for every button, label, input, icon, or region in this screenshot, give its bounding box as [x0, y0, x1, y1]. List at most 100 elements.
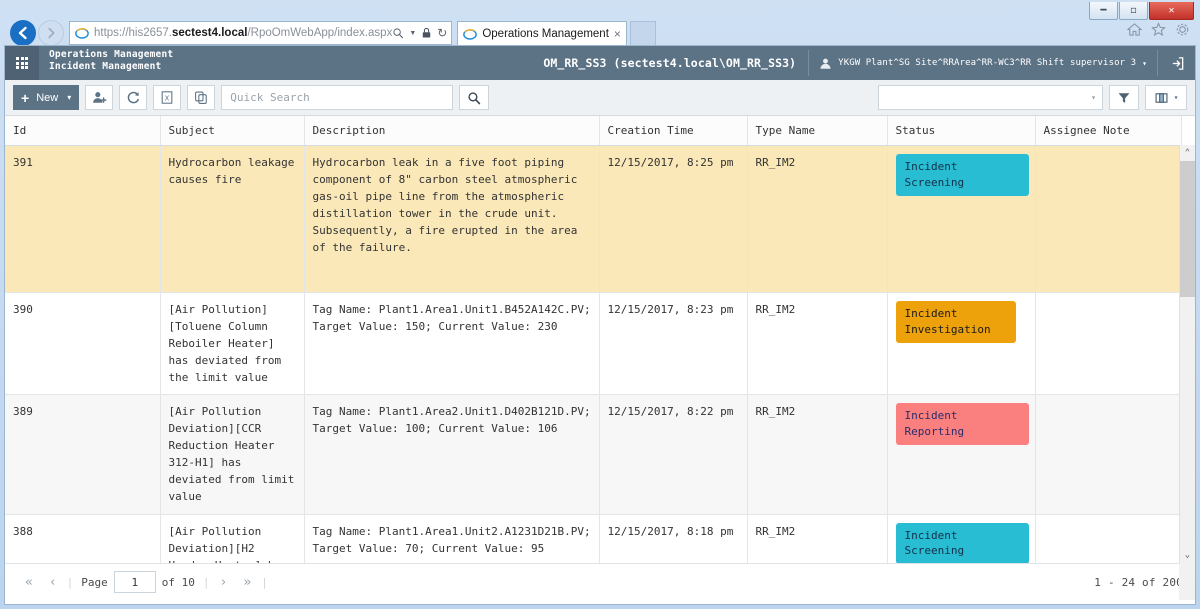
refresh-icon[interactable]: ↻ [437, 26, 447, 40]
table-row[interactable]: 389 [Air Pollution Deviation][CCR Reduct… [5, 394, 1182, 515]
next-page-button[interactable]: › [212, 571, 236, 593]
chevron-down-icon: ▾ [67, 93, 72, 102]
search-button[interactable] [459, 85, 490, 110]
cell-assignee-note [1035, 394, 1182, 515]
last-page-button[interactable]: » [235, 571, 259, 593]
excel-export-button[interactable]: X [153, 85, 182, 110]
scroll-down-icon[interactable]: ⌄ [1180, 547, 1195, 563]
status-badge: Incident Reporting [895, 403, 1029, 446]
search-input[interactable] [221, 85, 454, 110]
cell-description: Tag Name: Plant1.Area1.Unit2.A1231D21B.P… [304, 514, 600, 563]
tab-close-icon[interactable]: × [614, 27, 621, 41]
chevron-down-icon[interactable]: ▼ [409, 30, 416, 37]
logout-icon [1172, 56, 1184, 70]
pager-divider: | [66, 575, 74, 589]
column-header-description[interactable]: Description [304, 116, 600, 146]
refresh-icon [127, 91, 139, 104]
back-button[interactable] [10, 20, 36, 46]
tab-favicon-icon [463, 28, 478, 40]
column-header-type-name[interactable]: Type Name [747, 116, 888, 146]
app-menu-button[interactable] [5, 46, 39, 80]
toolbar-right-group: ▾ ▾ [878, 85, 1187, 110]
new-button-label: New [36, 91, 59, 104]
plus-icon: + [21, 89, 30, 106]
lock-icon [423, 27, 431, 38]
cell-status: Incident Investigation [887, 292, 1036, 396]
arrow-right-icon [48, 27, 55, 39]
cell-id: 389 [5, 394, 161, 515]
cell-creation-time: 12/15/2017, 8:25 pm [599, 145, 748, 293]
scroll-up-icon[interactable]: ⌃ [1180, 145, 1195, 161]
filter-icon [1118, 92, 1130, 103]
minimize-button[interactable]: ━ [1089, 2, 1118, 20]
close-button[interactable]: ✕ [1149, 2, 1194, 20]
app-subtitle: Incident Management [49, 61, 162, 73]
new-button[interactable]: + New ▾ [13, 85, 80, 110]
copy-icon [195, 91, 207, 104]
cell-description: Hydrocarbon leak in a five foot piping c… [304, 145, 600, 293]
logout-button[interactable] [1158, 56, 1195, 71]
user-icon [820, 58, 831, 69]
app-header-right: OM_RR_SS3 (sectest4.local\OM_RR_SS3) YKG… [543, 46, 1195, 80]
user-menu[interactable]: YKGW Plant^SG Site^RRArea^RR-WC3^RR Shif… [808, 50, 1158, 76]
chevron-down-icon: ▾ [1142, 58, 1147, 68]
cell-type-name: RR_IM2 [747, 514, 888, 563]
address-bar-icons: ▼ ↻ [392, 26, 447, 40]
columns-button[interactable]: ▾ [1145, 85, 1187, 110]
server-name: OM_RR_SS3 (sectest4.local\OM_RR_SS3) [543, 56, 797, 70]
cell-subject: [Air Pollution][Toluene Column Reboiler … [160, 292, 305, 396]
grid-container: Id Subject Description Creation Time Typ… [5, 116, 1195, 600]
cell-assignee-note [1035, 514, 1182, 563]
toolbar: + New ▾ X Quick Search ▾ ▾ [5, 80, 1195, 116]
incident-table: Id Subject Description Creation Time Typ… [5, 116, 1182, 563]
address-bar-text: https://his2657.sectest4.local/RpoOmWebA… [94, 27, 393, 39]
refresh-button[interactable] [119, 85, 148, 110]
grid-scroll-area[interactable]: Id Subject Description Creation Time Typ… [5, 116, 1195, 563]
vertical-scrollbar[interactable]: ⌃ ⌄ [1179, 145, 1195, 563]
table-row[interactable]: 390 [Air Pollution][Toluene Column Reboi… [5, 292, 1182, 396]
column-header-status[interactable]: Status [887, 116, 1036, 146]
browser-tab[interactable]: Operations Management × [457, 21, 627, 45]
table-header-row: Id Subject Description Creation Time Typ… [5, 116, 1182, 146]
ie-favicon-icon [75, 28, 89, 39]
scrollbar-thumb[interactable] [1180, 161, 1195, 297]
cell-subject: [Air Pollution Deviation][CCR Reduction … [160, 394, 305, 515]
column-header-id[interactable]: Id [5, 116, 161, 146]
cell-id: 390 [5, 292, 161, 396]
cell-status: Incident Screening [887, 514, 1036, 563]
cell-subject: Hydrocarbon leakage causes fire [160, 145, 305, 293]
prev-page-button[interactable]: ‹ [41, 571, 65, 593]
cell-creation-time: 12/15/2017, 8:22 pm [599, 394, 748, 515]
column-header-assignee-note[interactable]: Assignee Note [1035, 116, 1182, 146]
new-tab-button[interactable] [629, 21, 656, 45]
user-name: YKGW Plant^SG Site^RRArea^RR-WC3^RR Shif… [838, 58, 1137, 68]
cell-assignee-note [1035, 292, 1182, 396]
pager-divider: | [202, 575, 210, 589]
column-header-subject[interactable]: Subject [160, 116, 305, 146]
cell-type-name: RR_IM2 [747, 292, 888, 396]
svg-text:X: X [165, 94, 170, 102]
copy-button[interactable] [187, 85, 216, 110]
cell-description: Tag Name: Plant1.Area2.Unit1.D402B121D.P… [304, 394, 600, 515]
status-badge: Incident Investigation [895, 301, 1016, 343]
address-bar[interactable]: https://his2657.sectest4.local/RpoOmWebA… [69, 21, 453, 45]
page-number-input[interactable] [113, 571, 156, 593]
chevron-down-icon: ▾ [1173, 93, 1179, 102]
table-row[interactable]: 391 Hydrocarbon leakage causes fire Hydr… [5, 145, 1182, 293]
filter-button[interactable] [1109, 85, 1139, 110]
scrollbar-corner [1179, 563, 1195, 600]
cell-type-name: RR_IM2 [747, 394, 888, 515]
view-select[interactable]: ▾ [878, 85, 1103, 110]
arrow-left-icon [18, 26, 27, 40]
record-range-label: 1 - 24 of 200 [1094, 575, 1183, 589]
forward-button[interactable] [38, 20, 64, 46]
table-row[interactable]: 388 [Air Pollution Deviation][H2 Header … [5, 514, 1182, 563]
column-header-creation-time[interactable]: Creation Time [599, 116, 748, 146]
search-icon[interactable] [392, 27, 404, 39]
status-badge: Incident Screening [895, 154, 1029, 196]
maximize-button[interactable]: ◻ [1119, 2, 1148, 20]
search-icon [468, 91, 481, 104]
assign-user-button[interactable] [85, 85, 114, 110]
window-controls: ━ ◻ ✕ [1089, 2, 1194, 20]
first-page-button[interactable]: « [17, 571, 41, 593]
